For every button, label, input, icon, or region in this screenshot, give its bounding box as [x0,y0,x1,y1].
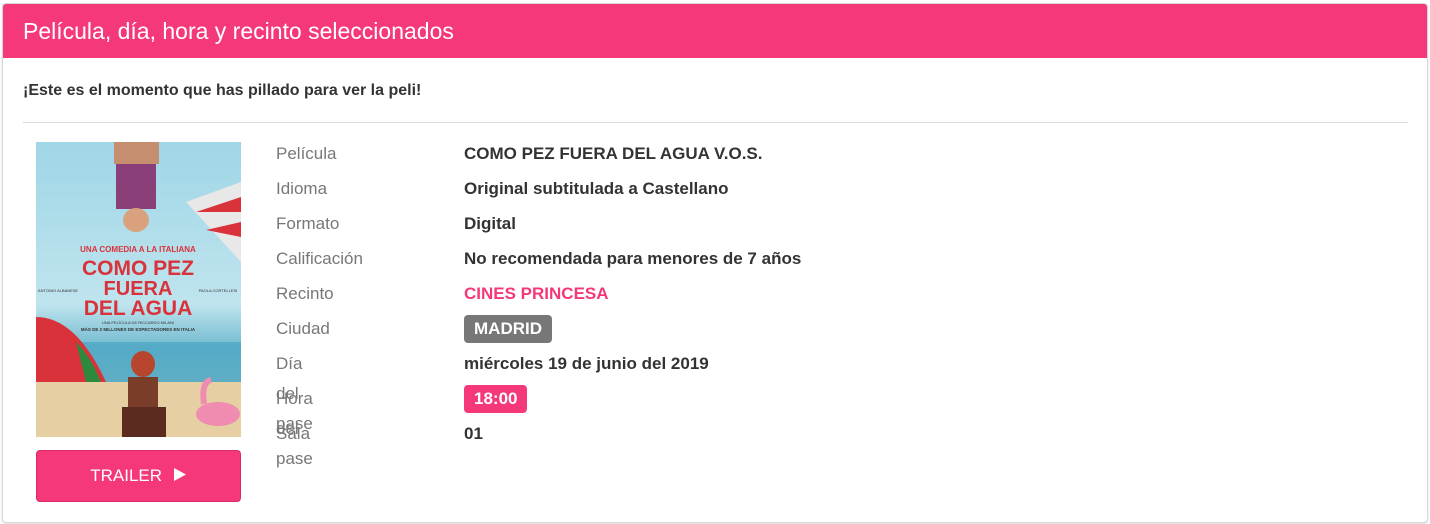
play-icon [173,452,187,502]
room-value: 01 [464,424,483,443]
detail-label-sala: Sala [276,424,311,443]
language-value: Original subtitulada a Castellano [464,179,729,198]
poster-actor-left: ANTONIO ALBANESE [38,288,78,293]
detail-label-pelicula: Película [276,144,337,163]
detail-label-formato: Formato [276,214,340,233]
movie-poster: UNA COMEDIA A LA ITALIANA COMO PEZ FUERA… [36,142,241,437]
panel-title: Película, día, hora y recinto selecciona… [3,4,1427,58]
time-badge: 18:00 [464,385,528,413]
poster-title-1: COMO PEZ [82,257,194,280]
city-badge: MADRID [464,315,552,343]
city-value-wrap: MADRID [464,314,552,344]
time-value-wrap: 18:00 [464,384,528,414]
detail-label-idioma: Idioma [276,179,328,198]
rating-value: No recomendada para menores de 7 años [464,249,802,268]
poster-tagline: MÁS DE 2 MILLONES DE ESPECTADORES EN ITA… [81,326,196,332]
detail-label-ciudad: Ciudad [276,319,330,338]
venue-link[interactable]: CINES PRINCESA [464,279,609,309]
poster-actor-right: PAOLA CORTELLESI [199,288,238,293]
format-value: Digital [464,214,516,233]
trailer-button-label: TRAILER [90,466,163,485]
selection-panel: Película, día, hora y recinto selecciona… [2,3,1428,523]
detail-label-calificacion: Calificación [276,249,363,268]
poster-director: UNA PELÍCULA DE RICCARDO MILANI [102,320,174,325]
trailer-button[interactable]: TRAILER [36,450,241,502]
divider [23,122,1408,123]
movie-title-value: COMO PEZ FUERA DEL AGUA V.O.S. [464,144,763,163]
detail-label-recinto: Recinto [276,284,334,303]
intro-text: ¡Este es el momento que has pillado para… [23,82,422,99]
poster-title-3: DEL AGUA [84,297,193,320]
poster-top-line: UNA COMEDIA A LA ITALIANA [80,245,196,254]
date-value: miércoles 19 de junio del 2019 [464,354,709,373]
